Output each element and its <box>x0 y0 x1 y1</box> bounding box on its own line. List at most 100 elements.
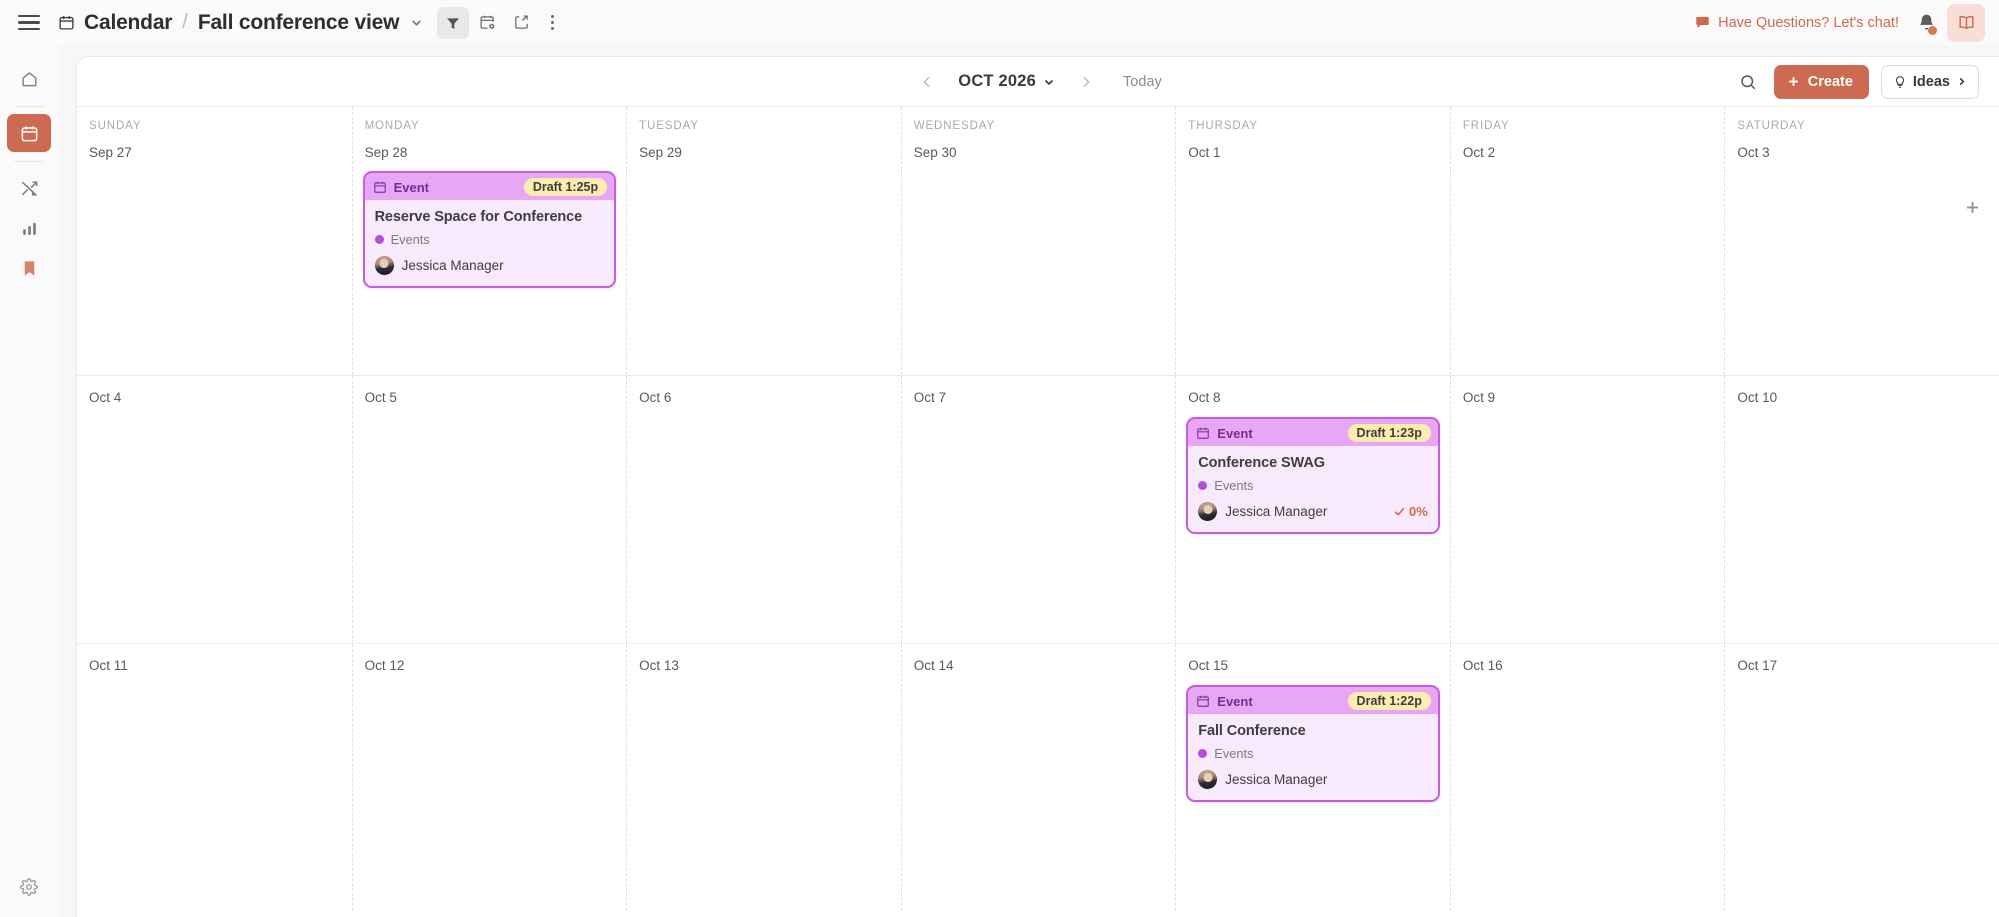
day-cell[interactable] <box>901 169 1176 375</box>
event-progress-value: 0% <box>1409 504 1428 519</box>
day-number: Oct 10 <box>1735 376 1989 415</box>
day-number: Oct 7 <box>912 376 1166 415</box>
gear-icon[interactable] <box>7 865 51 909</box>
share-icon[interactable] <box>505 7 537 39</box>
chat-support-link[interactable]: Have Questions? Let's chat! <box>1695 15 1905 31</box>
day-number: Oct 14 <box>912 644 1166 683</box>
day-cell[interactable]: Oct 17 <box>1724 644 1999 911</box>
ideas-button[interactable]: Ideas <box>1881 65 1979 99</box>
sidebar-item-analytics[interactable] <box>7 209 51 247</box>
day-cell[interactable] <box>1450 169 1725 375</box>
add-event-plus-icon[interactable] <box>1961 196 1983 218</box>
month-label-text: OCT 2026 <box>958 72 1036 91</box>
day-number: Oct 8 <box>1186 376 1440 415</box>
month-selector[interactable]: OCT 2026 <box>958 72 1055 91</box>
breadcrumb-root[interactable]: Calendar <box>84 11 172 35</box>
chevron-right-icon <box>1956 76 1967 87</box>
day-number: Oct 12 <box>363 644 617 683</box>
week-row: Event Draft 1:25p Reserve Space for Conf… <box>77 169 1999 375</box>
day-number: Oct 2 <box>1463 145 1725 160</box>
day-cell[interactable] <box>1724 169 1999 375</box>
breadcrumb-view-name[interactable]: Fall conference view <box>198 11 399 35</box>
ideas-button-label: Ideas <box>1913 74 1950 90</box>
chat-support-label: Have Questions? Let's chat! <box>1718 15 1899 31</box>
event-assignee: Jessica Manager <box>402 258 504 273</box>
event-card-body: Fall Conference Events Jessica Manager <box>1188 714 1438 800</box>
breadcrumb-separator: / <box>181 11 189 34</box>
kebab-menu-icon[interactable] <box>539 7 565 39</box>
chevron-down-icon[interactable] <box>410 16 423 29</box>
open-book-icon[interactable] <box>1947 4 1985 42</box>
day-number: Oct 13 <box>637 644 891 683</box>
day-cell[interactable]: Oct 14 <box>901 644 1176 911</box>
search-icon[interactable] <box>1734 68 1762 96</box>
day-cell[interactable]: Oct 7 <box>901 376 1176 643</box>
event-assignee: Jessica Manager <box>1225 772 1327 787</box>
event-type-label: Event <box>1217 694 1252 709</box>
event-tag: Events <box>375 232 605 247</box>
day-cell[interactable]: Oct 12 <box>352 644 627 911</box>
day-cell[interactable]: Oct 11 <box>77 644 352 911</box>
sidebar-item-workflows[interactable] <box>7 169 51 207</box>
bell-icon[interactable] <box>1909 6 1943 40</box>
event-type-label: Event <box>1217 426 1252 441</box>
create-button[interactable]: Create <box>1774 65 1869 99</box>
tag-dot-icon <box>1198 481 1207 490</box>
day-cell[interactable]: Oct 6 <box>626 376 901 643</box>
day-number: Oct 4 <box>87 376 342 415</box>
today-button[interactable]: Today <box>1123 74 1162 90</box>
event-type-label: Event <box>394 180 429 195</box>
day-number: Oct 16 <box>1461 644 1715 683</box>
day-cell[interactable]: Oct 4 <box>77 376 352 643</box>
plus-icon <box>1786 74 1801 89</box>
event-tag: Events <box>1198 746 1428 761</box>
event-tag-label: Events <box>1214 746 1253 761</box>
day-cell[interactable]: Oct 13 <box>626 644 901 911</box>
day-number: Oct 17 <box>1735 644 1989 683</box>
day-cell[interactable]: Oct 10 <box>1724 376 1999 643</box>
event-assignee: Jessica Manager <box>1225 504 1327 519</box>
prev-month-button[interactable] <box>914 69 940 95</box>
lightbulb-icon <box>1893 75 1907 89</box>
day-cell[interactable]: Oct 15 Event Draft 1:22p Fall Conference <box>1175 644 1450 911</box>
event-footer: Jessica Manager 0% <box>1198 502 1428 521</box>
sidebar-item-bookmarks[interactable] <box>7 249 51 287</box>
weekday-name: MONDAY <box>365 120 627 132</box>
event-card[interactable]: Event Draft 1:25p Reserve Space for Conf… <box>363 171 617 288</box>
check-icon <box>1393 505 1406 518</box>
weekday-header-row: SUNDAY Sep 27 MONDAY Sep 28 TUESDAY Sep … <box>77 106 1999 169</box>
event-footer: Jessica Manager <box>1198 770 1428 789</box>
calendar-panel: OCT 2026 Today Create <box>76 56 1999 917</box>
day-cell[interactable]: Oct 16 <box>1450 644 1725 911</box>
day-number: Oct 11 <box>87 644 342 683</box>
weekday-header-cell: SUNDAY Sep 27 <box>77 107 352 169</box>
day-cell[interactable]: Oct 8 Event Draft 1:23p Conference SWAG <box>1175 376 1450 643</box>
event-footer: Jessica Manager <box>375 256 605 275</box>
week-row: Oct 11 Oct 12 Oct 13 Oct 14 Oct 15 <box>77 643 1999 911</box>
day-cell[interactable] <box>1175 169 1450 375</box>
day-cell[interactable]: Oct 5 <box>352 376 627 643</box>
top-bar-right: Have Questions? Let's chat! <box>1695 4 1985 42</box>
next-month-button[interactable] <box>1073 69 1099 95</box>
day-number: Oct 15 <box>1186 644 1440 683</box>
day-cell[interactable]: Event Draft 1:25p Reserve Space for Conf… <box>352 169 627 375</box>
day-number: Oct 5 <box>363 376 617 415</box>
weekday-header-cell: THURSDAY Oct 1 <box>1175 107 1450 169</box>
day-cell[interactable]: Oct 9 <box>1450 376 1725 643</box>
event-title: Conference SWAG <box>1198 455 1428 471</box>
event-card-body: Reserve Space for Conference Events Jess… <box>365 200 615 286</box>
hamburger-icon[interactable] <box>0 0 58 45</box>
event-card[interactable]: Event Draft 1:22p Fall Conference Events <box>1186 685 1440 802</box>
weekday-name: SATURDAY <box>1737 120 1999 132</box>
day-cell[interactable] <box>626 169 901 375</box>
event-tag-label: Events <box>391 232 430 247</box>
filter-icon[interactable] <box>437 7 469 39</box>
left-rail <box>0 45 58 917</box>
sidebar-item-home[interactable] <box>7 59 51 97</box>
event-card[interactable]: Event Draft 1:23p Conference SWAG Events <box>1186 417 1440 534</box>
day-cell[interactable] <box>77 169 352 375</box>
calendar-settings-icon[interactable] <box>471 7 503 39</box>
day-number: Sep 30 <box>914 145 1176 160</box>
sidebar-item-calendar[interactable] <box>7 114 51 152</box>
event-title: Fall Conference <box>1198 723 1428 739</box>
